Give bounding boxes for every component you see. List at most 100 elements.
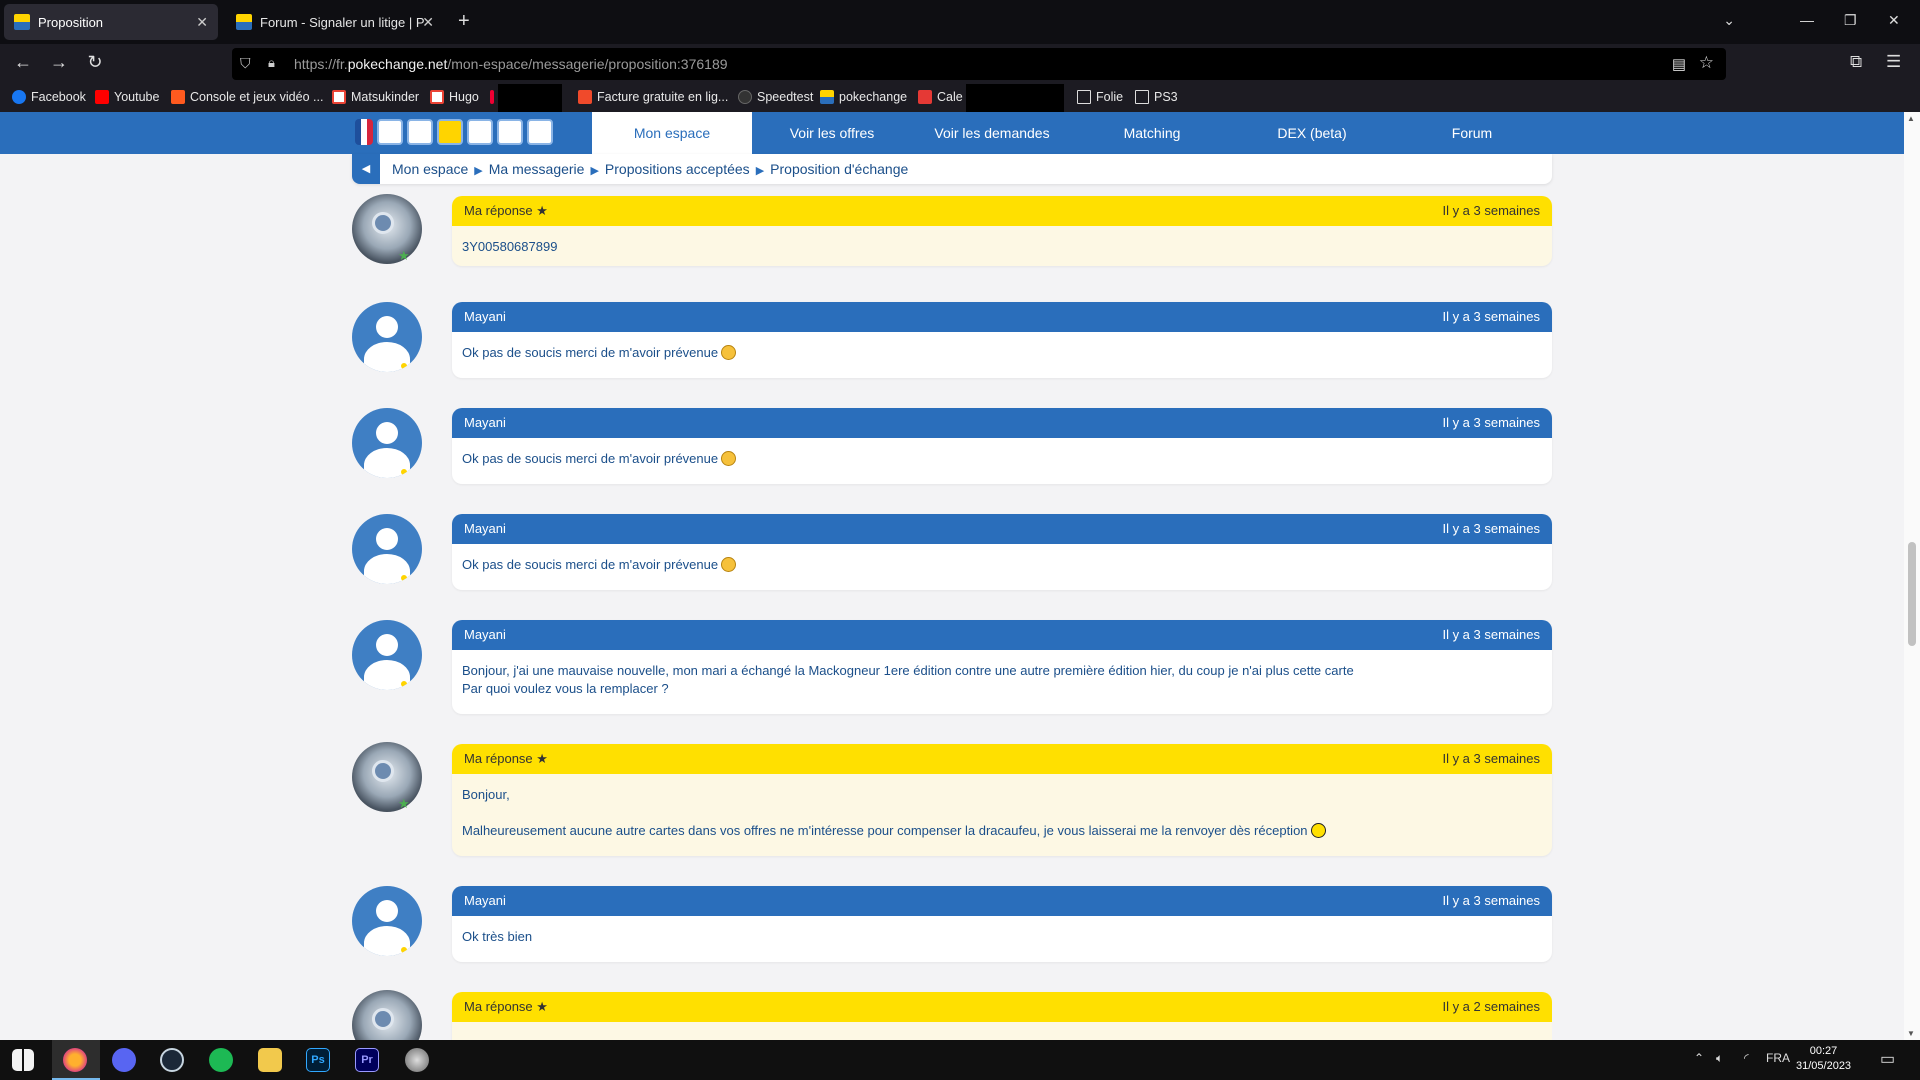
- inbox-icon[interactable]: [377, 119, 403, 145]
- bookmark-folder-ps3[interactable]: PS3: [1135, 90, 1178, 104]
- firefox-icon[interactable]: [63, 1048, 87, 1072]
- windows-start-icon[interactable]: [12, 1049, 34, 1071]
- breadcrumb-current[interactable]: Proposition d'échange: [770, 161, 908, 177]
- scrollbar-thumb[interactable]: [1908, 542, 1916, 646]
- bookmark-folder-folie[interactable]: Folie: [1077, 90, 1123, 104]
- bookmark-speedtest[interactable]: Speedtest: [738, 90, 813, 104]
- pokechange-favicon-icon: [236, 14, 252, 30]
- window-close-icon[interactable]: ✕: [1888, 12, 1900, 29]
- list-tabs-chevron-icon[interactable]: ⌄: [1723, 12, 1735, 29]
- bookmark-pokechange[interactable]: pokechange: [820, 90, 907, 104]
- bookmark-matsukinder[interactable]: Matsukinder: [332, 90, 419, 104]
- avatar[interactable]: [352, 620, 422, 690]
- spotify-icon[interactable]: [209, 1048, 233, 1072]
- breadcrumb-messagerie[interactable]: Ma messagerie: [489, 161, 585, 177]
- close-tab-icon[interactable]: ✕: [196, 14, 208, 31]
- message-text: Ok pas de soucis merci de m'avoir préven…: [452, 544, 1552, 586]
- breadcrumb-back-icon[interactable]: ◀: [352, 154, 380, 184]
- steam-icon[interactable]: [160, 1048, 184, 1072]
- photoshop-icon[interactable]: Ps: [306, 1048, 330, 1072]
- folder-icon: [1135, 90, 1149, 104]
- message-time: Il y a 3 semaines: [1442, 521, 1540, 536]
- bookmark-hugo[interactable]: Hugo: [430, 90, 479, 104]
- tab-proposition[interactable]: Proposition ✕: [4, 4, 218, 40]
- menu-hamburger-icon[interactable]: ☰: [1886, 52, 1901, 72]
- volume-icon[interactable]: 🔈︎: [1716, 1051, 1723, 1066]
- menu-mon-espace[interactable]: Mon espace: [592, 112, 752, 154]
- reader-view-icon[interactable]: ▤: [1672, 55, 1686, 73]
- bookmark-facebook[interactable]: Facebook: [12, 90, 86, 104]
- avatar-head: [376, 316, 398, 338]
- reload-icon[interactable]: ↻: [82, 52, 108, 73]
- scroll-down-icon[interactable]: ▼: [1907, 1029, 1915, 1038]
- message-header: Mayani Il y a 3 semaines: [452, 886, 1552, 916]
- new-tab-button[interactable]: +: [458, 10, 470, 33]
- app-icon[interactable]: [405, 1048, 429, 1072]
- avatar[interactable]: ★: [352, 742, 422, 812]
- avatar[interactable]: [352, 990, 422, 1040]
- user-icon[interactable]: [407, 119, 433, 145]
- message-time: Il y a 2 semaines: [1442, 999, 1540, 1014]
- message-text: 3Y00580687899: [462, 239, 558, 254]
- tracking-shield-icon[interactable]: ⛉: [240, 55, 251, 72]
- clock[interactable]: 00:27 31/05/2023: [1796, 1044, 1851, 1074]
- tab-forum[interactable]: Forum - Signaler un litige | Pok ✕: [226, 4, 444, 40]
- close-tab-icon[interactable]: ✕: [422, 14, 434, 31]
- new-offer-icon[interactable]: [467, 119, 493, 145]
- bookmark-star-icon[interactable]: ☆: [1699, 53, 1714, 73]
- restore-icon[interactable]: ❐: [1844, 12, 1857, 29]
- message-header: Ma réponse ★ Il y a 3 semaines: [452, 196, 1552, 226]
- bookmark-calendar[interactable]: Cale: [918, 90, 963, 104]
- message-text: Ok pas de soucis merci de m'avoir préven…: [452, 438, 1552, 480]
- online-star-icon: ★: [398, 248, 410, 263]
- message-bubble: Mayani Il y a 3 semaines Bonjour, j'ai un…: [452, 620, 1552, 714]
- flag-icon[interactable]: [355, 119, 373, 145]
- menu-forum[interactable]: Forum: [1392, 112, 1552, 154]
- back-arrow-icon[interactable]: ←: [10, 52, 36, 73]
- page-scrollbar[interactable]: ▲ ▼: [1904, 112, 1920, 1040]
- checklist-icon[interactable]: [497, 119, 523, 145]
- refresh-icon[interactable]: [527, 119, 553, 145]
- message-header: Mayani Il y a 3 semaines: [452, 408, 1552, 438]
- breadcrumb-mon-espace[interactable]: Mon espace: [392, 161, 468, 177]
- menu-dex-beta[interactable]: DEX (beta): [1232, 112, 1392, 154]
- pokechange-favicon-icon: [14, 14, 30, 30]
- bookmark-youtube[interactable]: Youtube: [95, 90, 159, 104]
- avatar[interactable]: [352, 514, 422, 584]
- message: ★ Ma réponse ★ Il y a 3 semaines Bonjour,…: [352, 742, 1552, 862]
- breadcrumb-propositions[interactable]: Propositions acceptées: [605, 161, 750, 177]
- premiere-icon[interactable]: Pr: [355, 1048, 379, 1072]
- avatar[interactable]: [352, 302, 422, 372]
- cards-icon[interactable]: [437, 119, 463, 145]
- avatar[interactable]: ★: [352, 194, 422, 264]
- language-indicator[interactable]: FRA: [1766, 1051, 1790, 1065]
- clock-date: 31/05/2023: [1796, 1060, 1852, 1072]
- message-header: Ma réponse ★ Il y a 3 semaines: [452, 744, 1552, 774]
- message-bubble: Mayani Il y a 3 semaines Ok pas de soucis…: [452, 302, 1552, 378]
- minimize-icon[interactable]: —: [1800, 12, 1814, 28]
- menu-voir-les-offres[interactable]: Voir les offres: [752, 112, 912, 154]
- menu-matching[interactable]: Matching: [1072, 112, 1232, 154]
- message-author: Mayani: [464, 309, 506, 324]
- bookmark-jeuxvideo[interactable]: Console et jeux vidéo ...: [171, 90, 323, 104]
- windows-taskbar: Ps Pr ⌃ 🔈︎ ◜ FRA 00:27 31/05/2023 ▭: [0, 1040, 1920, 1080]
- extensions-icon[interactable]: ⧉: [1850, 52, 1862, 72]
- avatar[interactable]: [352, 408, 422, 478]
- bookmark-facture[interactable]: Facture gratuite en lig...: [578, 90, 728, 104]
- menu-voir-les-demandes[interactable]: Voir les demandes: [912, 112, 1072, 154]
- pokechange-favicon-icon: [820, 90, 834, 104]
- network-icon[interactable]: ◜: [1744, 1051, 1749, 1065]
- gmail-icon: [332, 90, 346, 104]
- tray-chevron-icon[interactable]: ⌃: [1694, 1051, 1704, 1065]
- message-text: Bonjour, Malheureusement aucune autre car…: [452, 774, 1552, 852]
- forward-arrow-icon[interactable]: →: [46, 52, 72, 73]
- address-bar[interactable]: ⛉ 🔒︎ https://fr.pokechange.net/mon-espac…: [232, 48, 1726, 80]
- avatar[interactable]: [352, 886, 422, 956]
- notifications-icon[interactable]: ▭: [1880, 1049, 1895, 1069]
- scroll-up-icon[interactable]: ▲: [1907, 114, 1915, 123]
- file-explorer-icon[interactable]: [258, 1048, 282, 1072]
- redaction-bar: [498, 84, 562, 112]
- discord-icon[interactable]: [112, 1048, 136, 1072]
- lock-icon[interactable]: 🔒︎: [268, 55, 275, 71]
- url-text[interactable]: https://fr.pokechange.net/mon-espace/mes…: [294, 56, 728, 72]
